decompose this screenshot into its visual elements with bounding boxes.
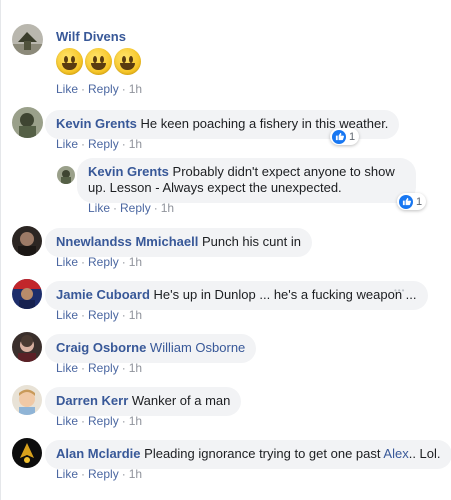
comment-bubble: Alan Mclardie Pleading ignorance trying … — [45, 440, 451, 469]
comment-bubble: Jamie Cuboard He's up in Dunlop ... he's… — [45, 281, 428, 310]
commenter-name[interactable]: Kevin Grents — [56, 116, 137, 131]
grinning-face-emoji — [114, 48, 141, 75]
avatar[interactable] — [12, 24, 43, 55]
like-link[interactable]: Like — [56, 137, 78, 151]
like-link[interactable]: Like — [88, 201, 110, 215]
comment-text-after: .. Lol. — [408, 446, 441, 461]
like-link[interactable]: Like — [56, 361, 78, 375]
reaction-number: 1 — [349, 130, 356, 143]
timestamp[interactable]: 1h — [129, 137, 142, 151]
comment-actions: Like · Reply · 1h — [56, 82, 143, 96]
like-link[interactable]: Like — [56, 308, 78, 322]
avatar[interactable] — [12, 438, 42, 468]
thumbs-up-icon — [399, 194, 413, 209]
avatar[interactable] — [12, 332, 42, 362]
comment-actions: Like · Reply · 1h — [88, 201, 175, 215]
comment-bubble: Kevin Grents Probably didn't expect anyo… — [77, 158, 416, 203]
grinning-face-emoji — [56, 48, 83, 75]
commenter-name[interactable]: Craig Osborne — [56, 340, 146, 355]
comment-bubble: Nnewlandss Mmichaell Punch his cunt in — [45, 228, 312, 257]
comment-actions: Like · Reply · 1h — [56, 137, 143, 151]
reaction-count[interactable]: 1 — [330, 128, 360, 145]
reply-link[interactable]: Reply — [88, 82, 119, 96]
commenter-name[interactable]: Alan Mclardie — [56, 446, 141, 461]
reply-link[interactable]: Reply — [120, 201, 151, 215]
emoji-reply — [56, 48, 141, 75]
comment-thread: Wilf Divens Like · Reply · 1h Kevin Grents H… — [0, 0, 451, 500]
avatar[interactable] — [57, 166, 75, 184]
like-link[interactable]: Like — [56, 82, 78, 96]
reply-link[interactable]: Reply — [88, 255, 119, 269]
comment-text: He's up in Dunlop ... he's a fucking wea… — [153, 287, 417, 302]
comment-bubble: Craig Osborne William Osborne — [45, 334, 257, 363]
reply-link[interactable]: Reply — [88, 414, 119, 428]
more-options-icon[interactable]: ••• — [394, 286, 405, 295]
comment-actions: Like · Reply · 1h — [56, 308, 143, 322]
commenter-name[interactable]: Jamie Cuboard — [56, 287, 150, 302]
timestamp[interactable]: 1h — [129, 308, 142, 322]
reply-link[interactable]: Reply — [88, 361, 119, 375]
comment-actions: Like · Reply · 1h — [56, 467, 143, 481]
timestamp[interactable]: 1h — [129, 82, 142, 96]
mention-link[interactable]: Alex — [383, 446, 408, 461]
reaction-count[interactable]: 1 — [397, 193, 427, 210]
commenter-name[interactable]: Kevin Grents — [88, 164, 169, 179]
comment-actions: Like · Reply · 1h — [56, 361, 143, 375]
like-link[interactable]: Like — [56, 467, 78, 481]
comment-actions: Like · Reply · 1h — [56, 414, 143, 428]
like-link[interactable]: Like — [56, 414, 78, 428]
commenter-name[interactable]: Darren Kerr — [56, 393, 128, 408]
avatar[interactable] — [12, 385, 42, 415]
comment-text: Pleading ignorance trying to get one pas… — [144, 446, 381, 461]
comment-text: Wanker of a man — [131, 393, 231, 408]
timestamp[interactable]: 1h — [129, 414, 142, 428]
comment-text: Punch his cunt in — [201, 234, 301, 249]
timestamp[interactable]: 1h — [129, 361, 142, 375]
thumbs-up-icon — [332, 129, 346, 144]
like-link[interactable]: Like — [56, 255, 78, 269]
commenter-name[interactable]: Wilf Divens — [56, 29, 126, 44]
avatar[interactable] — [12, 107, 43, 138]
timestamp[interactable]: 1h — [129, 467, 142, 481]
mention-link[interactable]: William Osborne — [150, 340, 245, 355]
avatar[interactable] — [12, 279, 42, 309]
comment-bubble: Darren Kerr Wanker of a man — [45, 387, 242, 416]
reply-link[interactable]: Reply — [88, 467, 119, 481]
reaction-number: 1 — [416, 195, 423, 208]
timestamp[interactable]: 1h — [161, 201, 174, 215]
avatar[interactable] — [12, 226, 42, 256]
commenter-name[interactable]: Nnewlandss Mmichaell — [56, 234, 198, 249]
reply-link[interactable]: Reply — [88, 137, 119, 151]
grinning-face-emoji — [85, 48, 112, 75]
timestamp[interactable]: 1h — [129, 255, 142, 269]
reply-link[interactable]: Reply — [88, 308, 119, 322]
comment-actions: Like · Reply · 1h — [56, 255, 143, 269]
